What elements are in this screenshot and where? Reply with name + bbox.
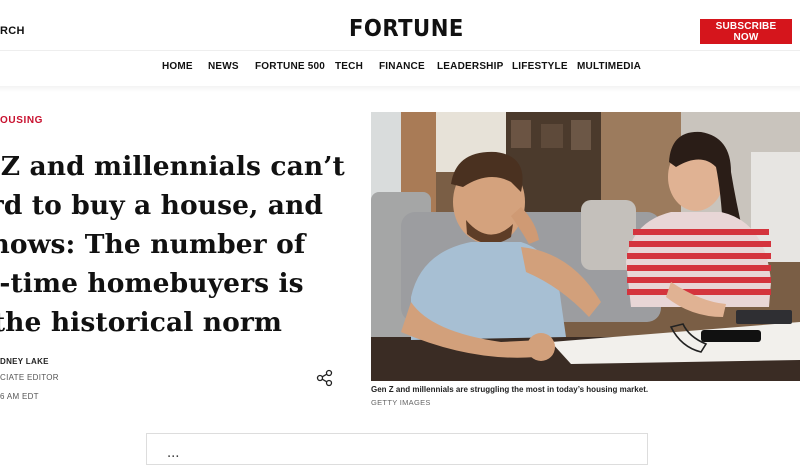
nav-item-news[interactable]: NEWS	[208, 61, 239, 72]
fortune-logo[interactable]: FORTUNE	[349, 16, 464, 42]
subscribe-button[interactable]: SUBSCRIBE NOW	[700, 19, 792, 44]
search-link[interactable]: RCH	[0, 25, 25, 37]
headline-line: f the historical norm	[0, 307, 283, 338]
site-header: RCH FORTUNE SUBSCRIBE NOW HOME NEWS FORT…	[0, 0, 800, 90]
related-card[interactable]: ...	[146, 433, 648, 465]
nav-item-fortune-500[interactable]: FORTUNE 500	[255, 61, 325, 72]
header-divider	[0, 50, 800, 51]
nav-item-lifestyle[interactable]: LIFESTYLE	[512, 61, 568, 72]
nav-item-tech[interactable]: TECH	[335, 61, 363, 72]
article-headline: n Z and millennials can’t ord to buy a h…	[0, 147, 347, 342]
author-name[interactable]: DNEY LAKE	[0, 357, 49, 366]
category-link[interactable]: OUSING	[0, 115, 43, 126]
author-role: CIATE EDITOR	[0, 373, 59, 382]
headline-line: ord to buy a house, and	[0, 190, 324, 221]
publish-timestamp: 6 AM EDT	[0, 392, 39, 401]
hero-photo	[371, 112, 800, 381]
headline-line: st-time homebuyers is	[0, 268, 304, 299]
image-caption: Gen Z and millennials are struggling the…	[371, 385, 649, 394]
related-card-text: ...	[167, 446, 180, 461]
main-nav: HOME NEWS FORTUNE 500 TECH FINANCE LEADE…	[0, 61, 800, 77]
headline-line: n Z and millennials can’t	[0, 151, 345, 182]
nav-shadow	[0, 86, 800, 92]
nav-item-finance[interactable]: FINANCE	[379, 61, 425, 72]
share-icon[interactable]	[316, 369, 334, 387]
nav-item-home[interactable]: HOME	[162, 61, 193, 72]
nav-item-multimedia[interactable]: MULTIMEDIA	[577, 61, 641, 72]
headline-line: knows: The number of	[0, 229, 306, 260]
nav-item-leadership[interactable]: LEADERSHIP	[437, 61, 503, 72]
image-credit: GETTY IMAGES	[371, 398, 431, 407]
